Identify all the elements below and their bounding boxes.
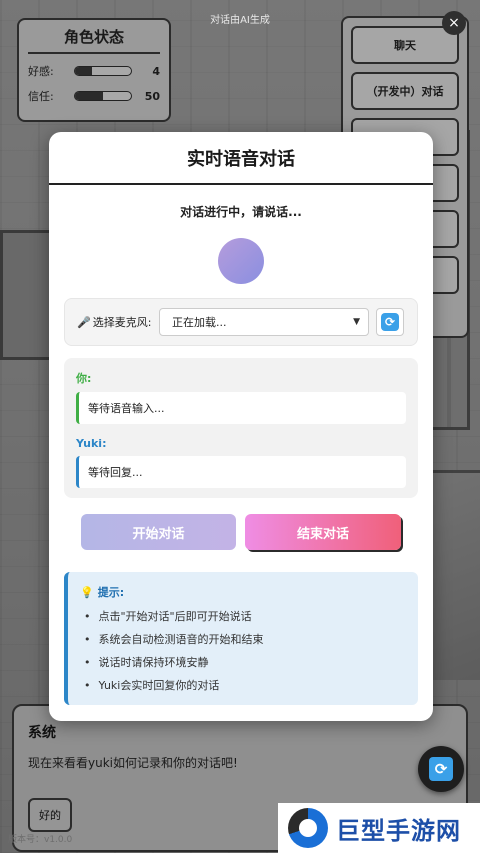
system-message: 现在来看看yuki如何记录和你的对话吧! — [28, 756, 238, 770]
mic-label: 选择麦克风: — [92, 316, 152, 329]
watermark-logo-icon — [288, 808, 328, 848]
microphone-value: 正在加载... — [172, 316, 227, 329]
watermark-text: 巨型手游网 — [336, 816, 461, 845]
menu-chat-button[interactable]: 聊天 — [351, 26, 459, 64]
floating-refresh-button[interactable]: ⟳ — [418, 746, 464, 792]
trust-bar — [74, 91, 132, 101]
tips-title: 💡 提示: — [80, 584, 404, 600]
conversation-status: 对话进行中，请说话... — [180, 205, 302, 219]
affection-bar — [74, 66, 132, 76]
refresh-mic-button[interactable]: ⟳ — [376, 308, 404, 336]
stat-affection: 好感: 4 — [28, 64, 160, 79]
version-label: 版本号：v1.0.0 — [8, 835, 73, 845]
chevron-down-icon: ▼ — [353, 317, 360, 327]
user-transcript: 等待语音输入... — [76, 392, 406, 424]
stat-trust: 信任: 50 — [28, 89, 160, 104]
microphone-icon: 🎤 — [77, 315, 91, 329]
close-button[interactable]: × — [442, 11, 466, 35]
lightbulb-icon: 💡 — [80, 585, 94, 599]
voice-chat-modal: 实时语音对话 对话进行中，请说话... 🎤 选择麦克风: 正在加载... ▼ ⟳… — [49, 132, 433, 721]
microphone-dropdown[interactable]: 正在加载... ▼ — [159, 308, 369, 336]
yuki-speaker-label: Yuki: — [76, 437, 107, 450]
end-conversation-button[interactable]: 结束对话 — [245, 514, 401, 550]
tips-title-text: 提示: — [97, 586, 125, 599]
ok-button[interactable]: 好的 — [28, 798, 72, 832]
system-title: 系统 — [28, 725, 56, 741]
tips-box: 💡 提示: 点击"开始对话"后即可开始说话 系统会自动检测语音的开始和结束 说话… — [64, 572, 418, 705]
tip-item: 点击"开始对话"后即可开始说话 — [80, 608, 404, 624]
voice-activity-orb — [218, 238, 264, 284]
menu-dialogue-button[interactable]: （开发中）对话 — [351, 72, 459, 110]
microphone-selector: 🎤 选择麦克风: 正在加载... ▼ ⟳ — [64, 298, 418, 346]
tip-item: 说话时请保持环境安静 — [80, 654, 404, 670]
tips-list: 点击"开始对话"后即可开始说话 系统会自动检测语音的开始和结束 说话时请保持环境… — [80, 608, 404, 693]
refresh-icon: ⟳ — [429, 757, 453, 781]
start-conversation-button[interactable]: 开始对话 — [81, 514, 236, 550]
site-watermark: 巨型手游网 — [278, 803, 480, 853]
conversation-panel: 你: 等待语音输入... Yuki: 等待回复... — [64, 358, 418, 498]
character-status-panel: 角色状态 好感: 4 信任: 50 — [17, 18, 171, 122]
stat-value: 50 — [144, 89, 160, 103]
action-buttons: 开始对话 结束对话 — [49, 514, 433, 550]
user-speaker-label: 你: — [76, 372, 92, 385]
stat-label: 信任: — [28, 90, 54, 103]
tip-item: Yuki会实时回复你的对话 — [80, 677, 404, 693]
tip-item: 系统会自动检测语音的开始和结束 — [80, 631, 404, 647]
stat-label: 好感: — [28, 65, 54, 78]
ai-generated-note: 对话由AI生成 — [210, 15, 270, 26]
modal-title: 实时语音对话 — [49, 132, 433, 185]
mic-label-group: 🎤 选择麦克风: — [77, 314, 159, 330]
stat-value: 4 — [152, 64, 160, 78]
status-title: 角色状态 — [28, 26, 160, 54]
yuki-reply: 等待回复... — [76, 456, 406, 488]
refresh-icon: ⟳ — [381, 313, 399, 331]
